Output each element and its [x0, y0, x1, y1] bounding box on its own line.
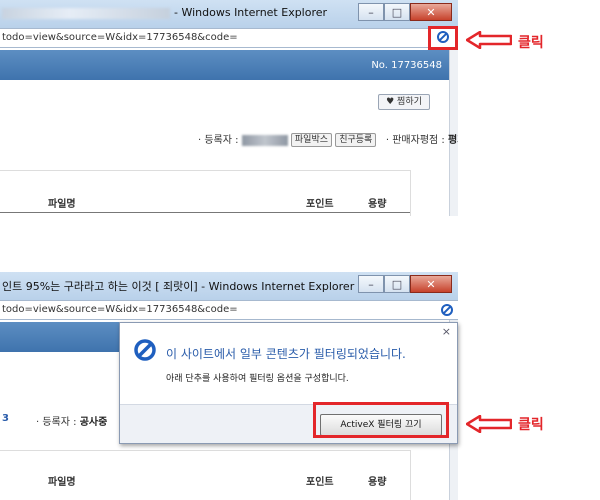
- window-controls: – □ ✕: [358, 3, 452, 21]
- save-button[interactable]: ♥ 찜하기: [378, 94, 430, 110]
- col-capacity: 용량: [368, 199, 387, 210]
- window-title: - Windows Internet Explorer: [2, 6, 327, 19]
- arrow-left-icon: [466, 415, 512, 433]
- address-bar[interactable]: todo=view&source=W&idx=17736548&code=: [0, 28, 458, 48]
- rating-label: · 판매자평점 :: [385, 135, 445, 146]
- col-file-name: 파일명: [48, 199, 76, 210]
- window-controls: – □ ✕: [358, 275, 452, 293]
- block-icon-highlight: [428, 26, 458, 50]
- block-icon[interactable]: [441, 304, 453, 316]
- title-bar: 인트 95%는 구라라고 하는 이것 [ 죄랏이] - Windows Inte…: [0, 272, 458, 300]
- registrant-name: 공사중: [79, 417, 108, 428]
- address-url[interactable]: todo=view&source=W&idx=17736548&code=: [2, 304, 238, 315]
- popup-close-icon[interactable]: ×: [442, 325, 451, 338]
- close-button[interactable]: ✕: [410, 275, 452, 293]
- blurred-registrant-name: [241, 134, 288, 146]
- table-header: 파일명 포인트 용량: [0, 468, 410, 490]
- rating-value: 평가없음: [447, 135, 458, 146]
- address-bar[interactable]: todo=view&source=W&idx=17736548&code=: [0, 300, 458, 320]
- click-annotation-top: 클릭: [518, 35, 544, 51]
- title-bar: - Windows Internet Explorer – □ ✕: [0, 0, 458, 28]
- maximize-button[interactable]: □: [384, 3, 410, 21]
- registrant-label: · 등록자 :: [36, 417, 77, 428]
- col-points: 포인트: [306, 477, 334, 488]
- registrant-info-2: · 등록자 : 공사중: [36, 413, 107, 428]
- col-file-name: 파일명: [48, 477, 76, 488]
- table-header: 파일명 포인트 용량: [0, 190, 410, 212]
- registrant-label: · 등록자 :: [198, 135, 239, 146]
- window-title-suffix: - Windows Internet Explorer: [174, 6, 328, 19]
- minimize-button[interactable]: –: [358, 275, 384, 293]
- save-button-label: 찜하기: [397, 97, 422, 107]
- add-friend-button[interactable]: 친구등록: [335, 133, 377, 147]
- arrow-left-icon: [466, 31, 512, 49]
- popup-description: 아래 단추를 사용하여 필터링 옵션을 구성합니다.: [166, 374, 349, 384]
- blurred-title: [2, 7, 170, 19]
- click-annotation-bottom: 클릭: [518, 417, 544, 433]
- registrant-info: · 등록자 : 파일박스 친구등록 · 판매자평점 : 평가없음: [198, 131, 458, 147]
- top-ie-window: - Windows Internet Explorer – □ ✕ todo=v…: [0, 0, 458, 216]
- window-title: 인트 95%는 구라라고 하는 이것 [ 죄랏이] - Windows Inte…: [2, 280, 355, 293]
- table-header-divider: [0, 212, 410, 213]
- popup-title: 이 사이트에서 일부 콘텐츠가 필터링되었습니다.: [166, 347, 406, 361]
- page-header: No. 17736548: [0, 50, 450, 80]
- address-url[interactable]: todo=view&source=W&idx=17736548&code=: [2, 32, 238, 43]
- registrant-info: 3: [2, 413, 9, 424]
- maximize-button[interactable]: □: [384, 275, 410, 293]
- block-icon: [134, 339, 156, 361]
- activex-button-highlight: [313, 402, 449, 438]
- close-button[interactable]: ✕: [410, 3, 452, 21]
- file-box-button[interactable]: 파일박스: [290, 133, 333, 147]
- col-points: 포인트: [306, 199, 334, 210]
- col-capacity: 용량: [368, 477, 387, 488]
- minimize-button[interactable]: –: [358, 3, 384, 21]
- record-number: No. 17736548: [371, 60, 442, 71]
- cut-off-value: 3: [2, 413, 9, 424]
